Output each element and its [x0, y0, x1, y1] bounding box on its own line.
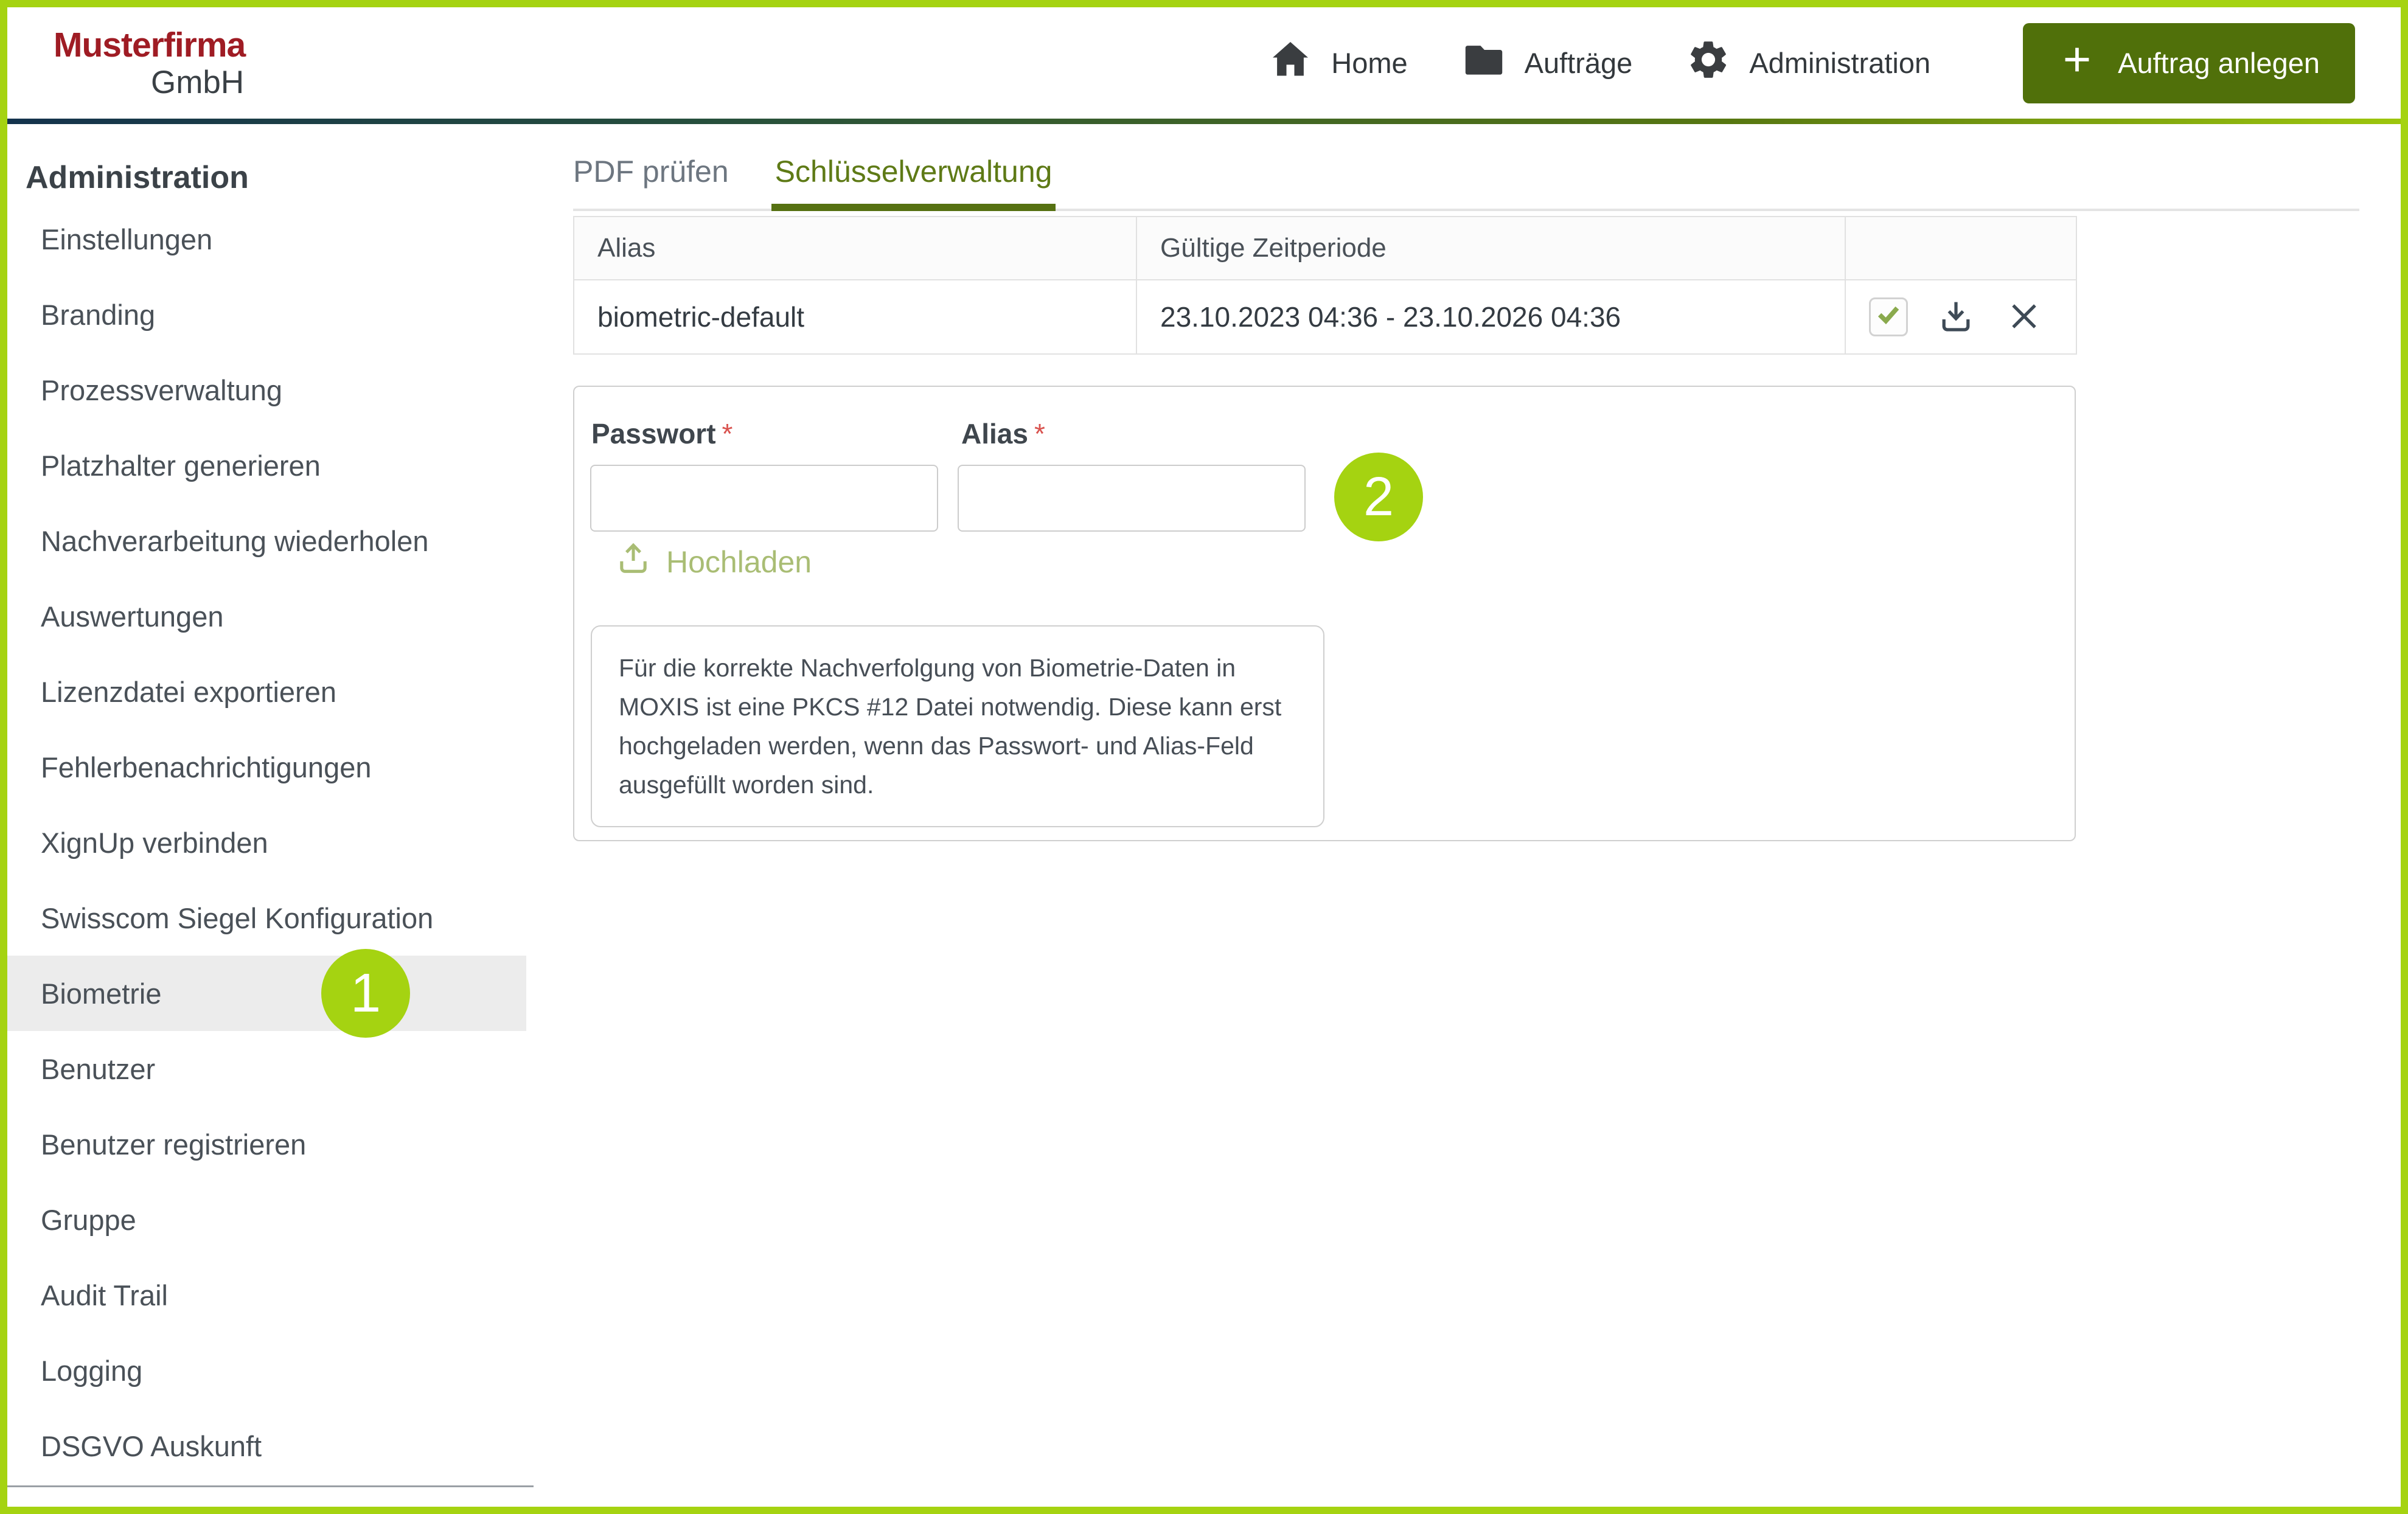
plus-icon	[2058, 41, 2096, 85]
sidebar-item-label: Audit Trail	[41, 1279, 168, 1312]
header-gradient-divider	[7, 119, 2401, 124]
sidebar-item-platzhalter-generieren[interactable]: Platzhalter generieren	[7, 428, 543, 503]
nav-item-auftraege[interactable]: Aufträge	[1461, 37, 1633, 89]
nav-item-label: Home	[1331, 46, 1407, 80]
sidebar-item-branding[interactable]: Branding	[7, 277, 543, 352]
sidebar-item-dsgvo-auskunft[interactable]: DSGVO Auskunft	[7, 1408, 543, 1484]
sidebar-item-label: Biometrie	[41, 977, 162, 1010]
password-field[interactable]	[590, 465, 938, 532]
sidebar-item-label: Swisscom Siegel Konfiguration	[41, 901, 433, 935]
alias-field[interactable]	[958, 465, 1306, 532]
sidebar-item-label: Benutzer	[41, 1052, 155, 1086]
download-key-button[interactable]	[1936, 297, 1976, 337]
sidebar-item-lizenzdatei-exportieren[interactable]: Lizenzdatei exportieren	[7, 654, 543, 729]
sidebar-item-label: Nachverarbeitung wiederholen	[41, 524, 429, 558]
sidebar-item-label: Gruppe	[41, 1203, 136, 1237]
upload-label: Hochladen	[666, 544, 812, 580]
key-table-header-row: Alias Gültige Zeitperiode	[574, 217, 2076, 280]
cell-actions	[1845, 280, 2076, 354]
sidebar-item-biometrie[interactable]: Biometrie 1	[7, 956, 526, 1031]
sidebar-item-einstellungen[interactable]: Einstellungen	[7, 201, 543, 277]
sidebar-item-label: Platzhalter generieren	[41, 449, 321, 482]
alias-label-text: Alias	[961, 418, 1028, 450]
cell-alias: biometric-default	[574, 280, 1136, 354]
sidebar-title: Administration	[26, 159, 543, 196]
sidebar-item-label: Logging	[41, 1354, 142, 1387]
content-tabs: PDF prüfen Schlüsselverwaltung	[573, 154, 2359, 211]
sidebar-item-auswertungen[interactable]: Auswertungen	[7, 578, 543, 654]
alias-label: Alias*	[961, 417, 1045, 450]
sidebar-item-label: Prozessverwaltung	[41, 373, 282, 407]
admin-sidebar: Administration Einstellungen Branding Pr…	[7, 124, 543, 1507]
sidebar-item-label: Lizenzdatei exportieren	[41, 675, 336, 709]
sidebar-item-label: Auswertungen	[41, 600, 223, 633]
table-row: biometric-default 23.10.2023 04:36 - 23.…	[574, 280, 2076, 354]
main-content: PDF prüfen Schlüsselverwaltung Alias Gül…	[543, 124, 2401, 1507]
tab-pdf-pruefen[interactable]: PDF prüfen	[573, 154, 729, 209]
nav-item-label: Aufträge	[1525, 46, 1633, 80]
sidebar-item-prozessverwaltung[interactable]: Prozessverwaltung	[7, 352, 543, 428]
sidebar-item-xignup-verbinden[interactable]: XignUp verbinden	[7, 805, 543, 880]
top-header: Musterfirma GmbH Home Aufträge Admini	[7, 7, 2401, 119]
check-icon	[1874, 300, 1902, 335]
logo-line2: GmbH	[151, 66, 245, 99]
key-active-checkbox[interactable]	[1869, 297, 1908, 336]
logo-line1: Musterfirma	[54, 28, 245, 63]
row-actions	[1869, 297, 2076, 337]
annotation-step-1-badge: 1	[321, 949, 410, 1038]
sidebar-item-label: Fehlerbenachrichtigungen	[41, 751, 371, 784]
column-header-actions	[1845, 217, 2076, 280]
nav-item-home[interactable]: Home	[1268, 37, 1407, 89]
key-upload-panel: Passwort* Alias* 2 Hoc	[573, 386, 2076, 841]
cell-period: 23.10.2023 04:36 - 23.10.2026 04:36	[1136, 280, 1845, 354]
sidebar-item-gruppe[interactable]: Gruppe	[7, 1182, 543, 1257]
sidebar-item-logging[interactable]: Logging	[7, 1333, 543, 1408]
main-nav: Home Aufträge Administration Auftrag anl…	[1268, 23, 2355, 103]
gear-icon	[1686, 37, 1731, 89]
nav-item-administration[interactable]: Administration	[1686, 37, 1930, 89]
password-label-text: Passwort	[591, 418, 716, 450]
pkcs12-info-text: Für die korrekte Nachverfolgung von Biom…	[619, 648, 1296, 804]
sidebar-item-nachverarbeitung-wiederholen[interactable]: Nachverarbeitung wiederholen	[7, 503, 543, 578]
nav-item-label: Administration	[1749, 46, 1930, 80]
tab-schluesselverwaltung[interactable]: Schlüsselverwaltung	[775, 154, 1053, 209]
app-frame: Musterfirma GmbH Home Aufträge Admini	[7, 7, 2401, 1507]
column-header-period: Gültige Zeitperiode	[1136, 217, 1845, 280]
app-window: { "header": { "logo_line1": "Musterfirma…	[0, 0, 2408, 1514]
sidebar-item-label: XignUp verbinden	[41, 826, 268, 859]
required-marker: *	[1034, 418, 1045, 450]
upload-icon	[614, 539, 653, 585]
sidebar-item-label: Branding	[41, 298, 155, 332]
company-logo: Musterfirma GmbH	[54, 28, 245, 99]
sidebar-item-benutzer[interactable]: Benutzer	[7, 1031, 543, 1106]
download-icon	[1936, 296, 1976, 338]
annotation-step-2-badge: 2	[1334, 453, 1423, 541]
column-header-alias: Alias	[574, 217, 1136, 280]
sidebar-item-fehlerbenachrichtigungen[interactable]: Fehlerbenachrichtigungen	[7, 729, 543, 805]
key-table: Alias Gültige Zeitperiode biometric-defa…	[573, 216, 2077, 355]
sidebar-item-label: DSGVO Auskunft	[41, 1429, 262, 1463]
required-marker: *	[722, 418, 733, 450]
pkcs12-info-box: Für die korrekte Nachverfolgung von Biom…	[591, 625, 1324, 827]
close-icon	[2004, 296, 2044, 338]
delete-key-button[interactable]	[2004, 297, 2044, 337]
password-label: Passwort*	[591, 417, 732, 450]
upload-button[interactable]: Hochladen	[614, 539, 812, 585]
folder-icon	[1461, 37, 1506, 89]
sidebar-bottom-divider	[7, 1485, 534, 1487]
sidebar-item-swisscom-siegel-konfiguration[interactable]: Swisscom Siegel Konfiguration	[7, 880, 543, 956]
create-order-label: Auftrag anlegen	[2118, 46, 2320, 80]
sidebar-item-audit-trail[interactable]: Audit Trail	[7, 1257, 543, 1333]
sidebar-item-label: Benutzer registrieren	[41, 1128, 306, 1161]
home-icon	[1268, 37, 1313, 89]
create-order-button[interactable]: Auftrag anlegen	[2023, 23, 2355, 103]
sidebar-item-benutzer-registrieren[interactable]: Benutzer registrieren	[7, 1106, 543, 1182]
sidebar-item-label: Einstellungen	[41, 223, 212, 256]
